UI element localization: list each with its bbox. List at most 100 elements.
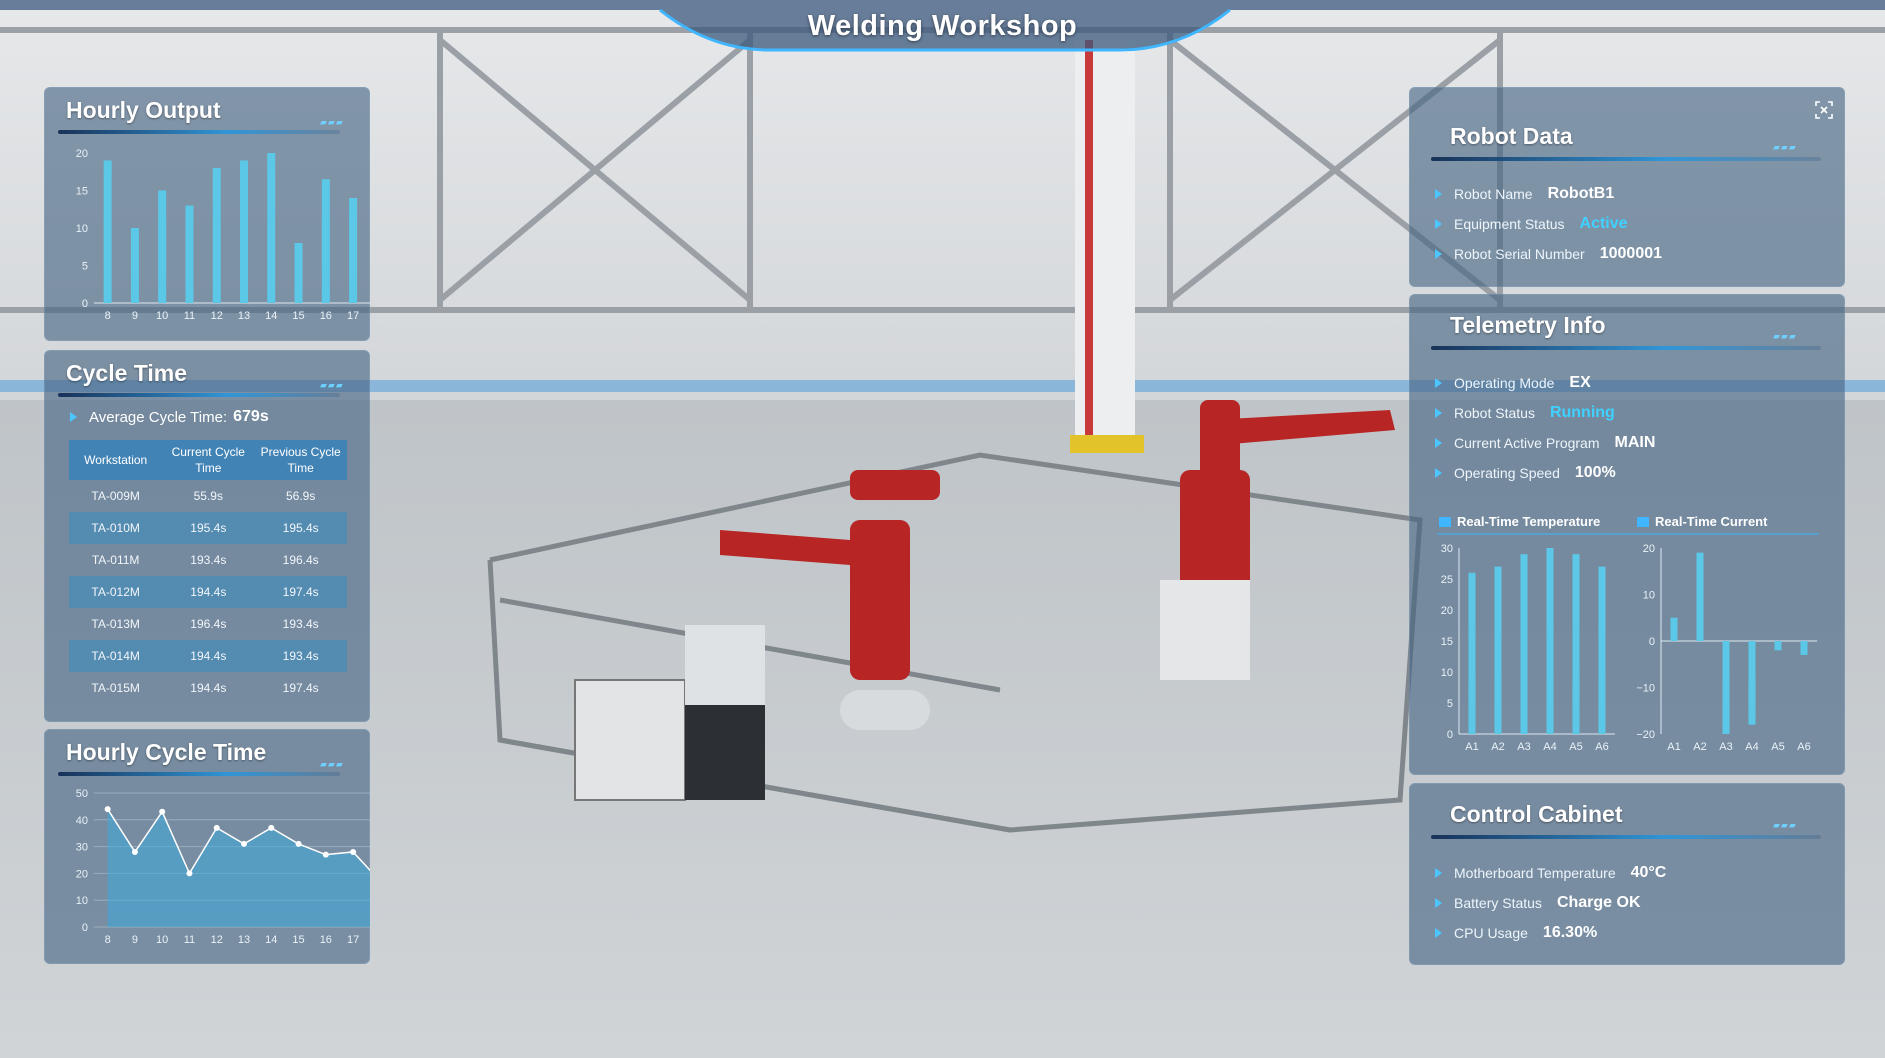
bar [1520,554,1528,734]
x-tick-label: A1 [1465,741,1478,753]
title-underline [58,393,340,397]
x-tick-label: 16 [320,310,332,322]
info-label: Battery Status [1454,895,1542,911]
x-tick-label: A4 [1543,741,1556,753]
cell-current: 193.4s [190,553,227,567]
y-tick-label: 0 [82,298,88,310]
control-cabinet-panel: Control Cabinet ▰▰▰ Motherboard Temperat… [1409,783,1845,965]
y-tick-label: 15 [76,186,88,198]
bar [349,198,358,303]
bar [1572,554,1580,734]
current-chart-title: Real-Time Current [1655,514,1768,529]
info-label: Motherboard Temperature [1454,865,1616,881]
x-tick-label: 15 [292,310,304,322]
area-fill [107,809,370,927]
data-point [268,824,275,831]
hourly-cycle-time-panel: Hourly Cycle Time ▰▰▰ 0 10 20 30 40 50 8 9 10 11 1… [44,729,370,964]
average-value: 679s [233,408,269,425]
info-value: 16.30% [1542,924,1598,941]
info-label: CPU Usage [1454,925,1528,941]
cycle-time-panel: Cycle Time ▰▰▰ Average Cycle Time: 679s … [44,350,370,722]
y-tick-label: 10 [1441,667,1453,679]
cell-previous: 193.4s [282,617,319,631]
x-tick-label: A3 [1517,741,1530,753]
y-tick-label: 20 [76,148,88,160]
info-row-motherboard-temp: Motherboard Temperature 40°C [1435,861,1666,885]
x-tick-label: 11 [184,310,195,322]
info-label: Equipment Status [1454,216,1565,232]
x-tick-label: A6 [1595,741,1608,753]
bullet-icon [1435,898,1442,908]
header: Welding Workshop [0,0,1885,56]
x-tick-label: A2 [1491,741,1504,753]
bullet-icon [1435,928,1442,938]
cell-workstation: TA-009M [91,489,140,503]
x-tick-label: 8 [105,310,111,322]
cell-current: 195.4s [162,512,255,544]
hourly-cycle-time-chart: 0102030405089101112131415161718 [76,788,370,946]
x-tick-label: 9 [132,934,138,946]
table-row: TA-009M 55.9s 56.9s [69,480,347,512]
bar [1598,566,1606,734]
current-legend-icon [1637,517,1649,527]
bar [267,153,276,303]
info-row-equipment-status: Equipment Status Active [1435,212,1628,236]
cell-previous: 197.4s [282,681,319,695]
cell-current: 196.4s [190,617,227,631]
info-label: Robot Name [1454,186,1533,202]
column-header-current: Current Cycle Time [162,440,255,480]
hourly-output-chart: 0510152089101112131415161718 [76,148,370,322]
data-point [350,848,357,855]
y-tick-label: 5 [82,261,88,273]
table-header-row: Workstation Current Cycle Time Previous … [69,440,347,480]
data-point [159,808,166,815]
data-point [295,840,302,847]
x-tick-label: 11 [184,934,195,946]
cell-previous: 196.4s [282,553,319,567]
info-row-robot-name: Robot Name RobotB1 [1435,182,1614,206]
bullet-icon [1435,219,1442,229]
bar [294,243,303,303]
table-row: TA-014M 194.4s 193.4s [69,640,347,672]
x-tick-label: 10 [156,934,168,946]
bullet-icon [1435,868,1442,878]
bar [1468,572,1476,734]
y-tick-label: 30 [1441,543,1453,555]
info-value: RobotB1 [1547,185,1615,202]
data-point [213,824,220,831]
data-point [131,848,138,855]
info-row-cpu-usage: CPU Usage 16.30% [1435,921,1597,945]
cell-current: 55.9s [193,489,223,503]
bar [1722,641,1730,734]
cell-workstation: TA-010M [69,512,163,544]
x-tick-label: 13 [238,310,250,322]
x-tick-label: A4 [1745,741,1758,753]
title-dots-icon: ▰▰▰ [1773,142,1797,152]
bar [158,190,167,303]
y-tick-label: 10 [76,223,88,235]
y-tick-label: 25 [1441,574,1453,586]
bar [212,168,221,303]
y-tick-label: 5 [1447,698,1453,710]
cell-current: 194.4s [162,576,255,608]
telemetry-panel: Telemetry Info ▰▰▰ Operating Mode EX Rob… [1409,294,1845,775]
y-tick-label: 10 [1643,590,1655,602]
bar [103,160,112,303]
cell-current: 194.4s [162,640,255,672]
average-cycle-time: Average Cycle Time: 679s [70,408,269,426]
info-value: 40°C [1630,864,1667,881]
telemetry-charts: Real-Time Temperature Real-Time Current 0 5… [1437,514,1819,753]
close-icon[interactable] [1815,101,1833,119]
x-tick-label: 16 [320,934,332,946]
bar [321,179,330,303]
cell-workstation: TA-015M [91,681,140,695]
bar [1800,641,1808,655]
cell-workstation: TA-014M [69,640,163,672]
hourly-output-panel: Hourly Output ▰▰▰ 0 5 10 15 20 8 9 10 11 12 13 14 15… [44,87,370,341]
temperature-chart-title: Real-Time Temperature [1457,514,1600,529]
title-dots-icon: ▰▰▰ [320,380,344,390]
x-tick-label: A6 [1797,741,1810,753]
title-underline [1431,835,1821,839]
bar [130,228,139,303]
info-value: 1000001 [1599,245,1663,262]
